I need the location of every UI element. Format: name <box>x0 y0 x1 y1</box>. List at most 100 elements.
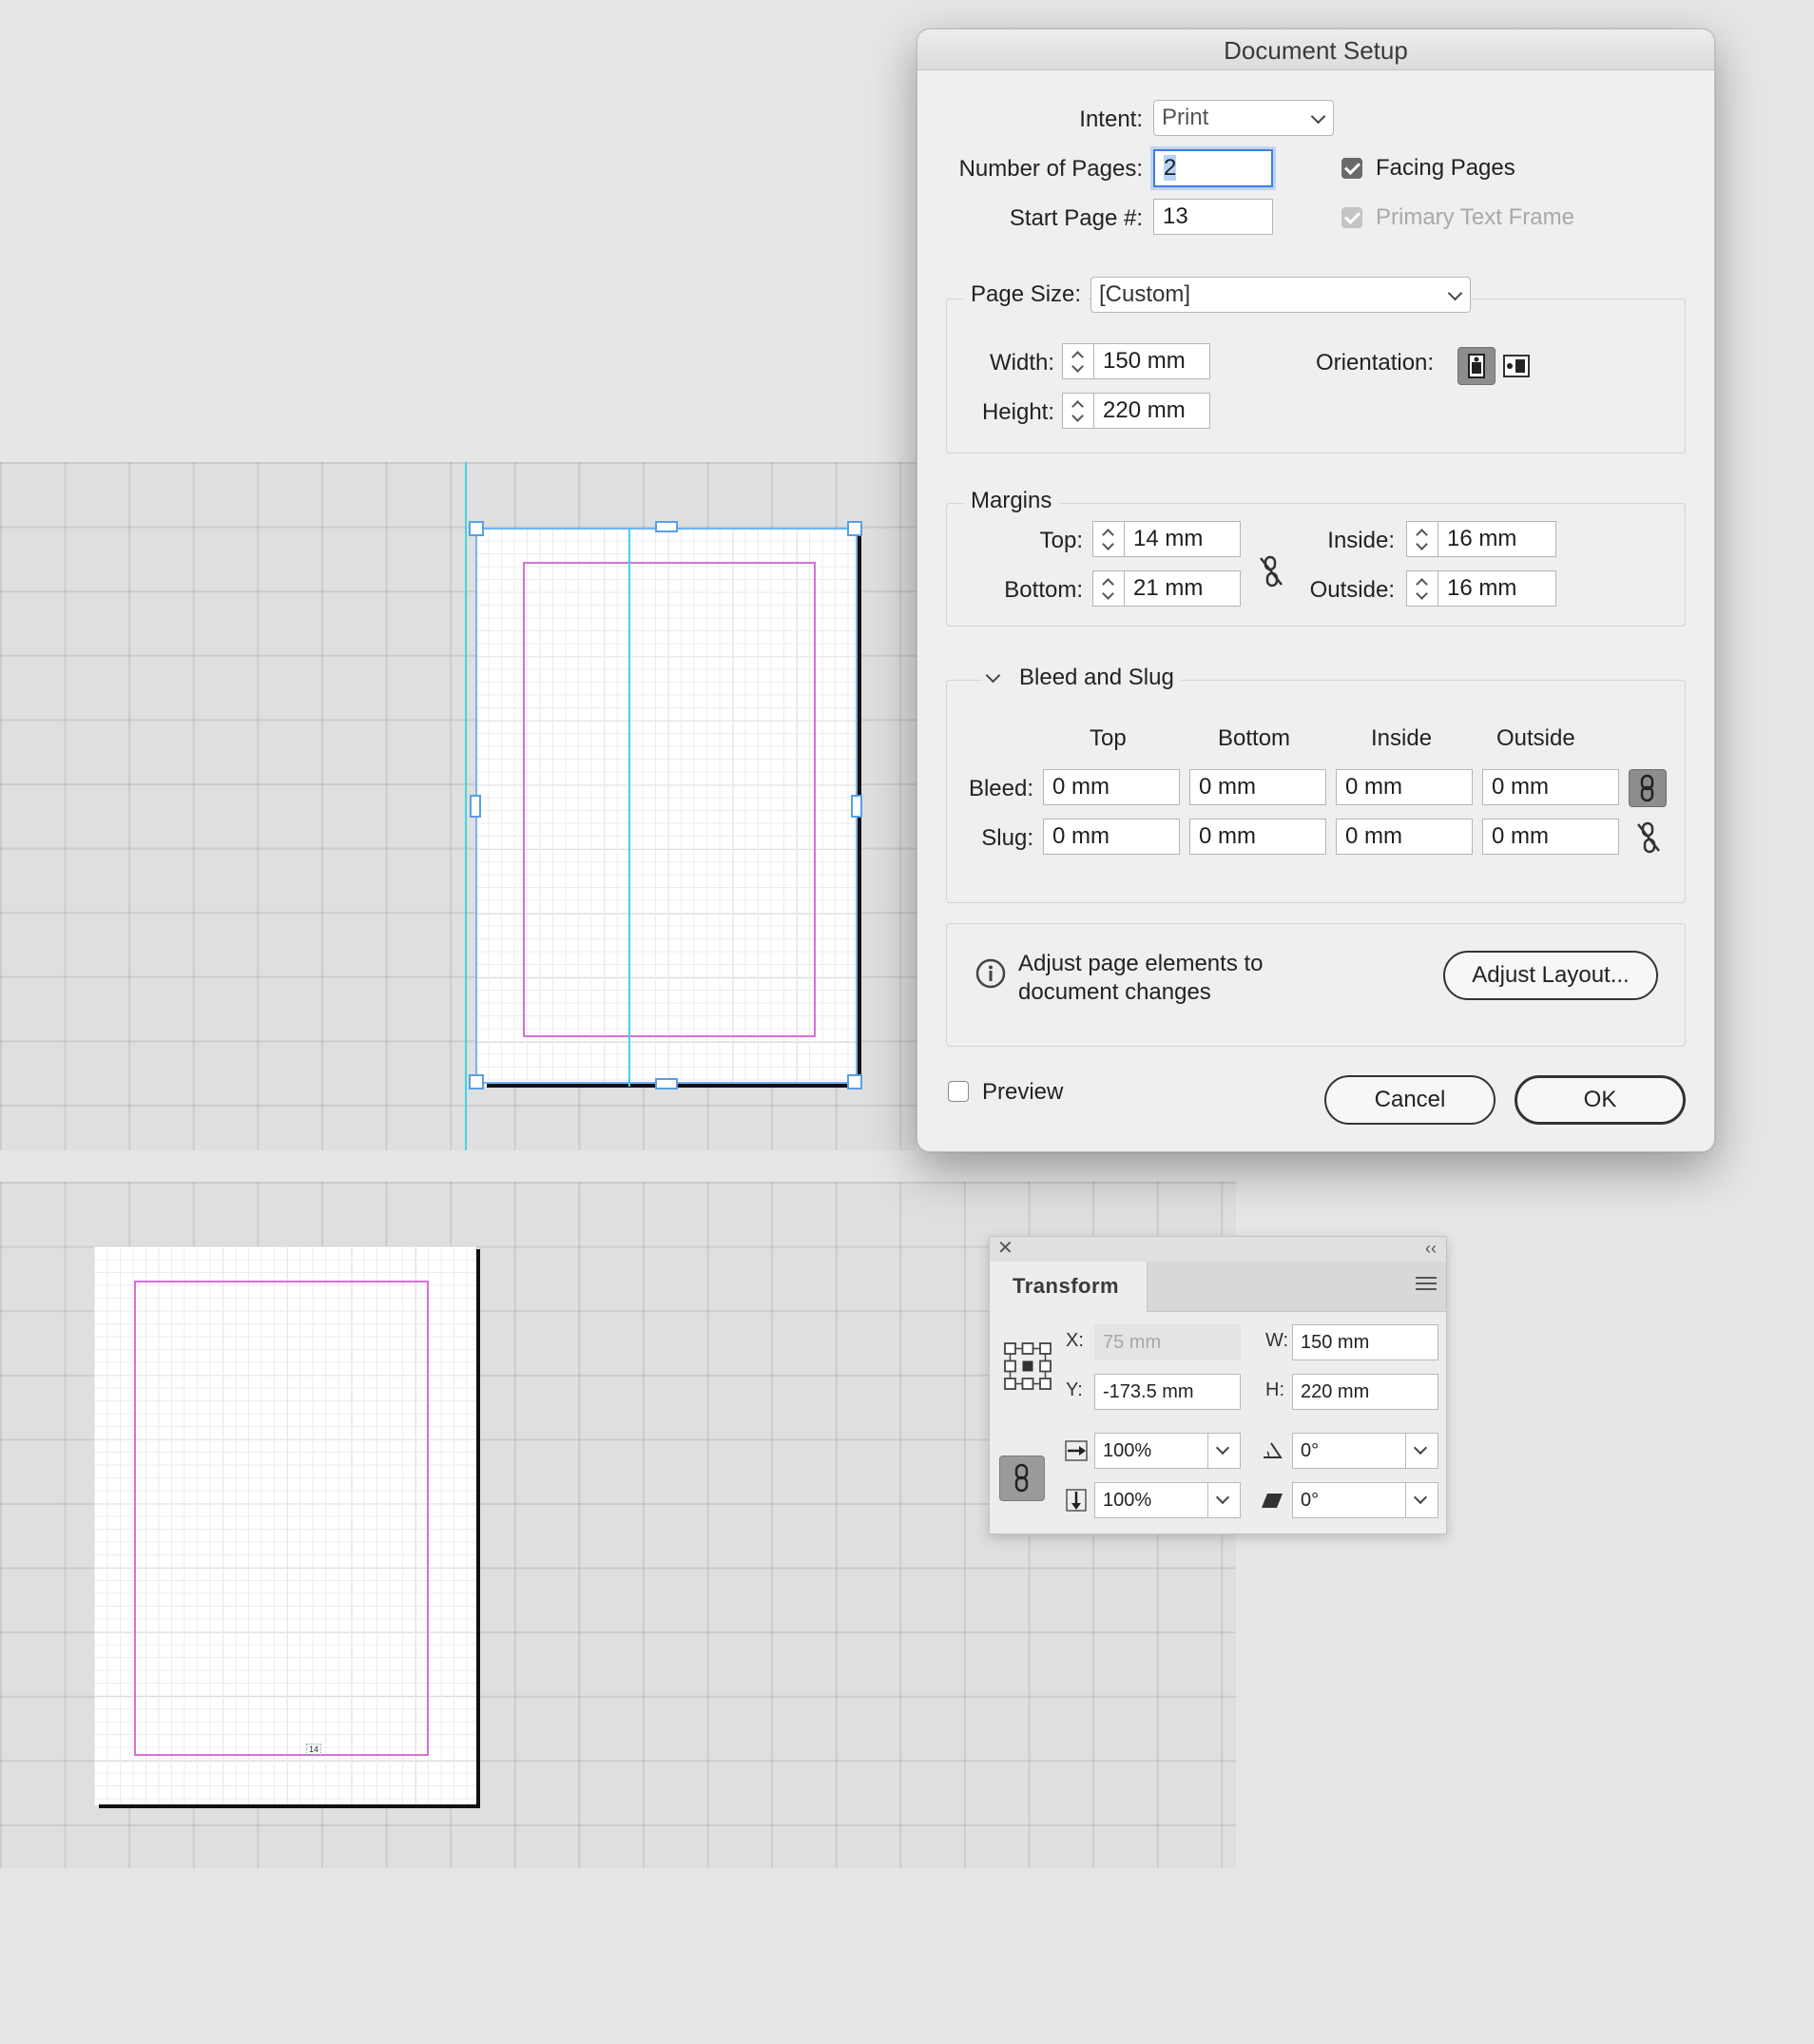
width-label: Width: <box>989 350 1054 376</box>
w-field[interactable]: 150 mm <box>1292 1324 1438 1360</box>
col-inside-label: Inside <box>1371 725 1433 751</box>
page-selection-frame[interactable] <box>475 528 858 1084</box>
number-of-pages-label: Number of Pages: <box>958 156 1143 182</box>
selection-handle[interactable] <box>470 795 481 818</box>
selection-handle[interactable] <box>847 521 862 536</box>
cancel-button[interactable]: Cancel <box>1324 1075 1496 1125</box>
number-of-pages-field[interactable]: 2 <box>1153 149 1273 187</box>
width-stepper[interactable] <box>1062 343 1094 379</box>
height-field[interactable]: 220 mm <box>1094 393 1210 429</box>
w-label: W: <box>1265 1330 1289 1351</box>
x-field[interactable]: 75 mm <box>1094 1324 1241 1360</box>
margin-guide <box>134 1281 429 1756</box>
bleed-top-field[interactable]: 0 mm <box>1043 769 1180 805</box>
facing-pages-checkbox[interactable] <box>1341 158 1362 179</box>
primary-text-frame-checkbox[interactable] <box>1341 207 1362 228</box>
primary-text-frame-label: Primary Text Frame <box>1376 204 1574 230</box>
x-label: X: <box>1066 1330 1084 1351</box>
margin-top-field[interactable]: 14 mm <box>1125 521 1241 557</box>
bleed-label: Bleed: <box>968 776 1033 801</box>
margin-outside-stepper[interactable] <box>1406 570 1438 607</box>
height-label: Height: <box>981 399 1054 425</box>
chevron-down-icon <box>1310 108 1326 125</box>
adjust-text: Adjust page elements to document changes <box>1018 951 1264 1005</box>
slug-inside-field[interactable]: 0 mm <box>1336 819 1473 855</box>
preview-checkbox[interactable] <box>948 1081 969 1102</box>
scale-x-icon <box>1064 1438 1089 1463</box>
col-top-label: Top <box>1090 725 1127 751</box>
margins-group <box>946 503 1686 627</box>
portrait-orientation-icon[interactable] <box>1457 347 1496 385</box>
ok-button[interactable]: OK <box>1515 1075 1686 1125</box>
rotation-dropdown[interactable] <box>1406 1433 1438 1469</box>
panel-titlebar[interactable]: ✕ ‹‹ <box>990 1237 1446 1263</box>
transform-panel: ✕ ‹‹ Transform X: 75 mm Y: -173.5 mm W: … <box>989 1236 1447 1534</box>
info-icon <box>975 957 1007 990</box>
shear-field[interactable]: 0° <box>1292 1482 1406 1518</box>
margin-inside-field[interactable]: 16 mm <box>1438 521 1556 557</box>
scale-x-field[interactable]: 100% <box>1094 1433 1208 1469</box>
page-size-select[interactable]: [Custom] <box>1090 277 1471 313</box>
scale-y-dropdown[interactable] <box>1208 1482 1241 1518</box>
slug-top-field[interactable]: 0 mm <box>1043 819 1180 855</box>
rotation-field[interactable]: 0° <box>1292 1433 1406 1469</box>
landscape-orientation-icon[interactable] <box>1501 347 1532 385</box>
intent-label: Intent: <box>1079 106 1143 132</box>
bleed-outside-field[interactable]: 0 mm <box>1482 769 1619 805</box>
margin-top-stepper[interactable] <box>1092 521 1125 557</box>
selection-handle[interactable] <box>655 521 678 532</box>
scale-y-icon <box>1064 1488 1089 1513</box>
document-setup-dialog: Document Setup Intent: Print Number of P… <box>917 29 1715 1152</box>
shear-dropdown[interactable] <box>1406 1482 1438 1518</box>
margins-legend: Margins <box>963 488 1060 514</box>
bleed-inside-field[interactable]: 0 mm <box>1336 769 1473 805</box>
panel-menu-icon[interactable] <box>1416 1277 1437 1290</box>
selection-handle[interactable] <box>655 1078 678 1089</box>
preview-label: Preview <box>982 1079 1064 1105</box>
chevron-down-icon[interactable] <box>985 667 1001 684</box>
margin-bottom-stepper[interactable] <box>1092 570 1125 607</box>
intent-select[interactable]: Print <box>1153 100 1334 136</box>
page-size-value: [Custom] <box>1099 281 1191 307</box>
panel-tabbar: Transform <box>990 1262 1446 1312</box>
chevron-down-icon <box>1447 285 1463 301</box>
margin-inside-stepper[interactable] <box>1406 521 1438 557</box>
scale-x-dropdown[interactable] <box>1208 1433 1241 1469</box>
link-icon[interactable] <box>1629 769 1667 807</box>
tab-transform[interactable]: Transform <box>990 1262 1148 1312</box>
selection-handle[interactable] <box>469 1074 484 1089</box>
height-stepper[interactable] <box>1062 393 1094 429</box>
broken-link-icon[interactable] <box>1633 819 1664 857</box>
slug-outside-field[interactable]: 0 mm <box>1482 819 1619 855</box>
bleed-slug-header[interactable]: Bleed and Slug <box>982 665 1182 691</box>
collapse-icon[interactable]: ‹‹ <box>1425 1237 1437 1260</box>
page-shadow <box>99 1804 480 1808</box>
start-page-label: Start Page #: <box>1009 205 1143 231</box>
reference-point-icon[interactable] <box>1003 1341 1052 1391</box>
shear-icon <box>1260 1488 1284 1513</box>
y-field[interactable]: -173.5 mm <box>1094 1374 1241 1410</box>
h-field[interactable]: 220 mm <box>1292 1374 1438 1410</box>
close-icon[interactable]: ✕ <box>997 1237 1013 1260</box>
margin-top-label: Top: <box>1039 528 1083 553</box>
selection-handle[interactable] <box>469 521 484 536</box>
number-of-pages-value: 2 <box>1164 155 1177 181</box>
margin-outside-field[interactable]: 16 mm <box>1438 570 1556 607</box>
col-outside-label: Outside <box>1496 725 1575 751</box>
width-field[interactable]: 150 mm <box>1094 343 1210 379</box>
slug-label: Slug: <box>981 825 1033 851</box>
constrain-proportions-link-icon[interactable] <box>999 1456 1045 1501</box>
slug-bottom-field[interactable]: 0 mm <box>1189 819 1326 855</box>
selection-handle[interactable] <box>847 1074 862 1089</box>
selection-handle[interactable] <box>851 795 862 818</box>
intent-value: Print <box>1162 105 1209 130</box>
orientation-label: Orientation: <box>1316 350 1435 376</box>
margin-bottom-field[interactable]: 21 mm <box>1125 570 1241 607</box>
page-size-label: Page Size: <box>963 281 1090 308</box>
scale-y-field[interactable]: 100% <box>1094 1482 1208 1518</box>
start-page-field[interactable]: 13 <box>1153 199 1273 235</box>
bleed-bottom-field[interactable]: 0 mm <box>1189 769 1326 805</box>
adjust-layout-button[interactable]: Adjust Layout... <box>1443 951 1658 1000</box>
rotate-icon <box>1260 1438 1284 1463</box>
margin-bottom-label: Bottom: <box>1004 577 1083 603</box>
